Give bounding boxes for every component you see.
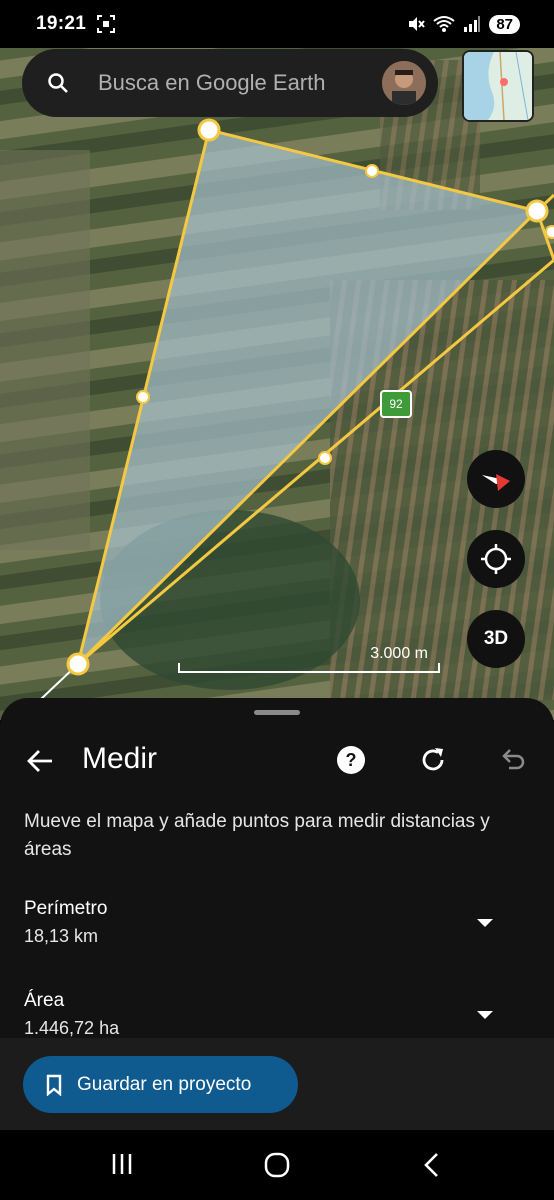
action-bar: Guardar en proyecto <box>0 1038 554 1130</box>
perimeter-label: Perímetro <box>24 898 108 919</box>
polygon-vertex[interactable] <box>197 118 221 142</box>
area-section: Área 1.446,72 ha <box>24 990 524 1039</box>
battery-level: 87 <box>489 14 520 34</box>
status-time: 19:21 <box>36 13 87 34</box>
system-nav-bar <box>0 1130 554 1200</box>
3d-toggle-button[interactable]: 3D <box>467 610 525 668</box>
area-value: 1.446,72 ha <box>24 1018 120 1038</box>
avatar-image <box>382 61 426 105</box>
sheet-drag-handle[interactable] <box>254 710 300 715</box>
chevron-down-icon[interactable] <box>475 917 495 929</box>
status-bar: 19:21 87 <box>0 0 554 48</box>
bookmark-icon <box>46 1074 62 1096</box>
compass-icon <box>482 474 510 491</box>
page-title: Medir <box>82 742 158 775</box>
save-to-project-label: Guardar en proyecto <box>77 1073 252 1095</box>
measure-instructions: Mueve el mapa y añade puntos para medir … <box>24 811 490 860</box>
scale-label: 3.000 m <box>370 645 428 662</box>
svg-text:?: ? <box>346 750 357 770</box>
minimap-thumbnail[interactable] <box>462 50 534 122</box>
measure-panel: Medir ? Mueve el mapa y añade puntos par… <box>0 698 554 1038</box>
perimeter-section: Perímetro 18,13 km <box>24 898 524 947</box>
polygon-midpoint[interactable] <box>136 390 150 404</box>
search-input[interactable]: Busca en Google Earth <box>98 70 382 96</box>
minimap-image <box>464 52 532 120</box>
map-scale-bar: 3.000 m <box>178 645 440 673</box>
scale-line <box>178 663 440 673</box>
wifi-icon <box>433 16 455 32</box>
road-badge-label: 92 <box>389 397 403 411</box>
back-arrow-icon[interactable] <box>26 748 54 774</box>
polygon-vertex[interactable] <box>525 199 549 223</box>
polygon-midpoint[interactable] <box>318 451 332 465</box>
home-icon[interactable] <box>264 1152 290 1178</box>
refresh-icon[interactable] <box>418 745 448 775</box>
3d-toggle-label: 3D <box>483 628 509 649</box>
compass-button[interactable] <box>467 450 525 508</box>
undo-icon[interactable] <box>499 746 527 774</box>
avatar[interactable] <box>382 61 426 105</box>
search-icon <box>48 73 68 93</box>
mute-icon <box>409 17 426 31</box>
chevron-down-icon[interactable] <box>475 1009 495 1021</box>
measure-header: Medir ? <box>0 738 554 784</box>
perimeter-value: 18,13 km <box>24 926 99 946</box>
signal-icon <box>464 16 481 32</box>
screen-capture-icon <box>97 15 116 33</box>
my-location-button[interactable] <box>467 530 525 588</box>
help-icon[interactable]: ? <box>336 745 366 775</box>
polygon-vertex[interactable] <box>66 652 90 676</box>
polygon-midpoint[interactable] <box>545 225 554 239</box>
area-label: Área <box>24 990 65 1011</box>
my-location-icon <box>481 544 511 574</box>
road-badge: 92 <box>380 390 412 418</box>
search-bar[interactable]: Busca en Google Earth <box>22 49 438 117</box>
recent-apps-icon[interactable] <box>110 1152 134 1176</box>
system-back-icon[interactable] <box>422 1152 442 1178</box>
save-to-project-button[interactable]: Guardar en proyecto <box>23 1056 298 1113</box>
polygon-midpoint[interactable] <box>365 164 379 178</box>
